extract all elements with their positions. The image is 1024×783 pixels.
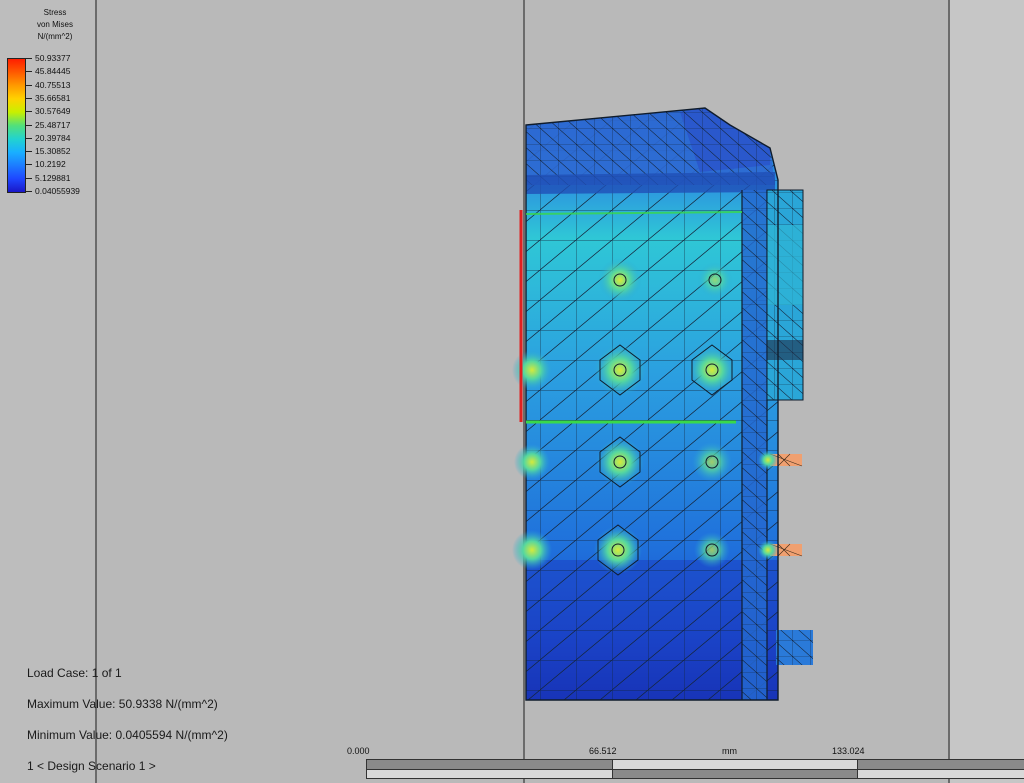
legend-tick [26, 137, 32, 139]
load-case-label: Load Case: 1 of 1 [27, 666, 122, 680]
legend-value: 45.84445 [35, 66, 71, 77]
legend-tick [26, 124, 32, 126]
min-value-label: Minimum Value: 0.0405594 N/(mm^2) [27, 728, 228, 742]
legend-value: 50.93377 [35, 53, 71, 63]
legend-tick [26, 177, 32, 179]
legend-tick [26, 164, 32, 166]
legend-value: 5.129881 [35, 172, 71, 183]
scale-mid-label: 66.512 [589, 746, 617, 756]
scale-segment [367, 760, 612, 769]
scale-unit-label: mm [722, 746, 737, 756]
legend-value: 35.66581 [35, 92, 71, 103]
max-value-label: Maximum Value: 50.9338 N/(mm^2) [27, 697, 218, 711]
legend-title-line: N/(mm^2) [37, 32, 73, 41]
legend-tick [26, 151, 32, 153]
legend-value: 30.57649 [35, 106, 71, 117]
legend-value: 25.48717 [35, 119, 71, 130]
legend-value: 0.04055939 [35, 186, 80, 196]
legend-tick [26, 111, 32, 113]
scale-segment [612, 769, 857, 778]
scale-segment [857, 760, 1024, 769]
legend-value: 15.30852 [35, 146, 71, 157]
legend-title-line: von Mises [36, 20, 73, 29]
stress-color-scale [7, 58, 26, 193]
legend-title: Stress von Mises N/(mm^2) [10, 7, 100, 43]
scale-bar [366, 759, 1024, 779]
scale-midline [367, 769, 1024, 770]
scale-start-label: 0.000 [347, 746, 370, 756]
fea-viewport[interactable]: Stress von Mises N/(mm^2) 50.93377 45.844… [0, 0, 1024, 783]
legend-value: 20.39784 [35, 132, 71, 143]
legend-tick [26, 58, 32, 59]
legend-tick [26, 84, 32, 86]
stress-mesh-model[interactable] [0, 0, 1024, 783]
legend-tick [26, 71, 32, 73]
part-body [525, 107, 813, 701]
scale-end-label: 133.024 [832, 746, 865, 756]
design-scenario-selector[interactable]: 1 < Design Scenario 1 > [27, 759, 156, 773]
legend-title-line: Stress [43, 8, 67, 17]
legend-value: 10.2192 [35, 159, 66, 170]
legend-value: 40.75513 [35, 79, 71, 90]
legend-tick [26, 191, 32, 192]
legend-tick [26, 97, 32, 99]
